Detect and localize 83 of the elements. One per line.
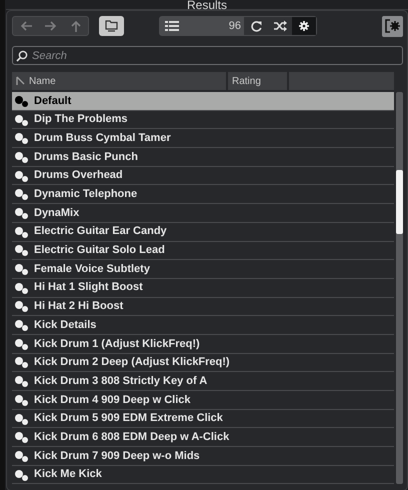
preset-icon bbox=[14, 114, 28, 126]
preset-row[interactable]: Female Voice Subtlety bbox=[12, 260, 394, 279]
preset-name: Drums Overhead bbox=[34, 168, 123, 184]
preset-row[interactable]: DynaMix bbox=[12, 204, 394, 223]
preset-icon bbox=[14, 188, 28, 200]
preset-name: Kick Drum 4 909 Deep w Click bbox=[34, 392, 191, 408]
shuffle-icon bbox=[274, 20, 286, 32]
preset-row[interactable]: Drum Buss Cymbal Tamer bbox=[12, 129, 394, 148]
preset-row[interactable]: Kick Drum 3 808 Strictly Key of A bbox=[12, 372, 394, 391]
back-arrow-icon bbox=[20, 20, 32, 32]
preset-row[interactable]: Dynamic Telephone bbox=[12, 185, 394, 204]
preset-name: DynaMix bbox=[34, 206, 80, 221]
search-field[interactable]: Search bbox=[12, 46, 403, 65]
preset-icon bbox=[14, 132, 28, 144]
folder-icon bbox=[105, 20, 118, 32]
preset-row[interactable]: Kick Drum 4 909 Deep w Click bbox=[12, 391, 394, 410]
preset-icon bbox=[14, 450, 28, 462]
preset-icon bbox=[14, 206, 28, 219]
list-icon bbox=[165, 20, 179, 32]
preset-name: Kick Drum 5 909 EDM Extreme Click bbox=[34, 411, 223, 426]
preset-row[interactable]: Electric Guitar Ear Candy bbox=[12, 222, 394, 242]
preset-icon bbox=[14, 375, 28, 388]
preset-icon bbox=[14, 263, 28, 276]
preset-row[interactable]: Kick Drum 2 Deep (Adjust KlickFreq!) bbox=[12, 354, 394, 372]
folder-button[interactable] bbox=[99, 16, 124, 36]
preset-name: Kick Drum 6 808 EDM Deep w A-Click bbox=[34, 430, 230, 445]
preset-icon bbox=[14, 244, 28, 256]
scrollbar[interactable] bbox=[396, 92, 403, 484]
preset-row[interactable]: Drums Basic Punch bbox=[12, 148, 394, 167]
forward-arrow-icon bbox=[44, 20, 56, 32]
search-icon bbox=[16, 50, 28, 62]
preset-icon bbox=[14, 300, 28, 312]
preset-row[interactable]: Hi Hat 1 Slight Boost bbox=[12, 278, 394, 298]
up-arrow-icon bbox=[70, 20, 82, 32]
preset-name: Dynamic Telephone bbox=[34, 187, 138, 202]
preset-row[interactable]: Kick Drum 5 909 EDM Extreme Click bbox=[12, 410, 394, 428]
preset-name: Kick Drum 7 909 Deep w-o Mids bbox=[34, 448, 200, 464]
preset-row[interactable]: Kick Details bbox=[12, 316, 394, 335]
preset-row[interactable]: Hi Hat 2 Hi Boost bbox=[12, 298, 394, 316]
preset-row[interactable]: Default bbox=[12, 92, 394, 111]
result-count: 96 bbox=[228, 18, 241, 34]
column-header[interactable]: Name bbox=[12, 72, 226, 90]
preset-icon bbox=[14, 170, 28, 182]
preset-row[interactable]: Kick Me Kick bbox=[12, 466, 394, 484]
preset-row[interactable]: Dip The Problems bbox=[12, 110, 394, 130]
preset-name: Kick Drum 1 (Adjust KlickFreq!) bbox=[34, 336, 200, 352]
preset-icon bbox=[14, 412, 28, 425]
preset-icon bbox=[14, 150, 28, 163]
preset-name: Hi Hat 2 Hi Boost bbox=[34, 299, 124, 314]
column-header[interactable]: Rating bbox=[228, 72, 287, 90]
refresh-icon bbox=[250, 20, 262, 32]
preset-row[interactable]: Drums Overhead bbox=[12, 166, 394, 186]
preset-name: Electric Guitar Solo Lead bbox=[34, 243, 165, 258]
preset-row[interactable]: Kick Drum 1 (Adjust KlickFreq!) bbox=[12, 334, 394, 354]
panel-settings-button[interactable] bbox=[382, 16, 403, 36]
preset-icon bbox=[14, 226, 28, 238]
preset-name: Drum Buss Cymbal Tamer bbox=[34, 130, 171, 146]
panel-gear-icon bbox=[385, 19, 400, 33]
settings-button[interactable] bbox=[292, 17, 316, 35]
preset-icon bbox=[14, 468, 28, 481]
preset-icon bbox=[14, 338, 28, 350]
preset-row[interactable]: Electric Guitar Solo Lead bbox=[12, 242, 394, 260]
preset-name: Kick Drum 2 Deep (Adjust KlickFreq!) bbox=[34, 355, 230, 370]
scrollbar-thumb[interactable] bbox=[396, 170, 403, 234]
preset-row[interactable]: Kick Drum 6 808 EDM Deep w A-Click bbox=[12, 428, 394, 448]
preset-name: Kick Details bbox=[34, 318, 96, 333]
preset-name: Dip The Problems bbox=[34, 112, 128, 128]
preset-icon bbox=[14, 319, 28, 332]
preset-icon bbox=[14, 431, 28, 444]
preset-icon bbox=[14, 94, 28, 107]
preset-name: Hi Hat 1 Slight Boost bbox=[34, 280, 143, 296]
preset-icon bbox=[14, 356, 28, 368]
preset-name: Drums Basic Punch bbox=[34, 150, 138, 165]
preset-name: Kick Drum 3 808 Strictly Key of A bbox=[34, 374, 208, 389]
preset-name: Default bbox=[34, 94, 72, 109]
sort-icon bbox=[16, 76, 25, 86]
settings-icon bbox=[298, 20, 310, 32]
preset-name: Female Voice Subtlety bbox=[34, 262, 150, 277]
preset-icon bbox=[14, 282, 28, 294]
preset-name: Electric Guitar Ear Candy bbox=[34, 224, 167, 240]
preset-icon bbox=[14, 394, 28, 406]
preset-name: Kick Me Kick bbox=[34, 467, 102, 482]
preset-row[interactable]: Kick Drum 7 909 Deep w-o Mids bbox=[12, 447, 394, 466]
